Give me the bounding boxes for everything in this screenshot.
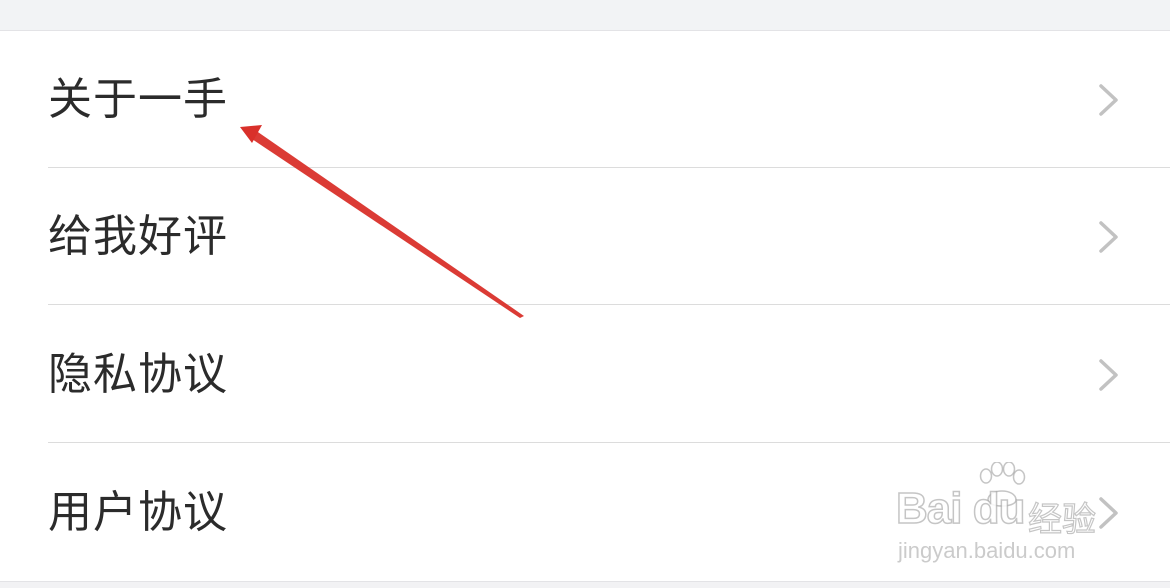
row-divider bbox=[48, 442, 1170, 443]
settings-item-privacy-policy[interactable]: 隐私协议 bbox=[0, 306, 1170, 443]
chevron-right-icon bbox=[1099, 359, 1118, 391]
settings-item-label: 隐私协议 bbox=[48, 349, 228, 400]
settings-item-about[interactable]: 关于一手 bbox=[0, 31, 1170, 168]
settings-item-label: 用户协议 bbox=[48, 487, 228, 538]
top-spacer bbox=[0, 0, 1170, 31]
settings-item-user-agreement[interactable]: 用户协议 bbox=[0, 444, 1170, 581]
chevron-right-icon bbox=[1099, 497, 1118, 529]
chevron-right-icon bbox=[1099, 84, 1118, 116]
settings-item-label: 关于一手 bbox=[48, 74, 228, 125]
chevron-right-icon bbox=[1099, 221, 1118, 253]
row-divider bbox=[48, 304, 1170, 305]
settings-item-rate-us[interactable]: 给我好评 bbox=[0, 168, 1170, 305]
settings-item-label: 给我好评 bbox=[48, 211, 228, 262]
settings-list: 关于一手 给我好评 隐私协议 用户协议 bbox=[0, 31, 1170, 582]
